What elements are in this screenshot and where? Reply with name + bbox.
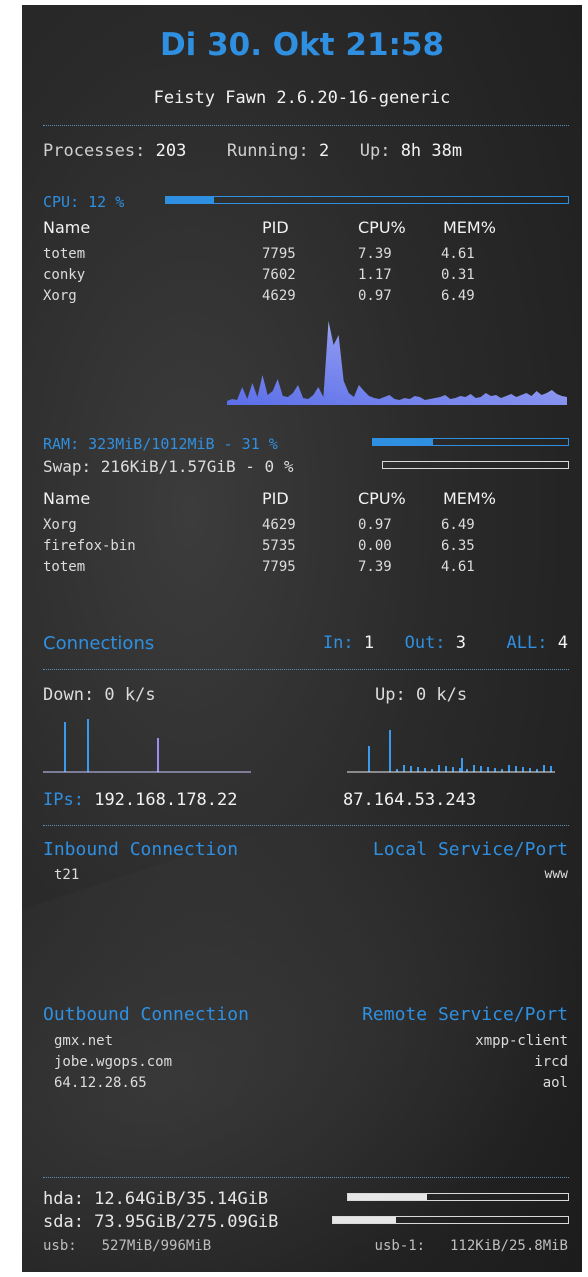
table-row: 4.61 — [441, 246, 475, 262]
out-value: 3 — [455, 633, 467, 653]
table-row: 1.17 — [358, 267, 392, 283]
table-row: 4629 — [262, 517, 296, 533]
datetime: Di 30. Okt 21:58 — [159, 27, 445, 63]
cpu-col-name: Name — [43, 218, 91, 237]
ram-col-pid: PID — [262, 489, 289, 508]
table-row: 7795 — [262, 559, 296, 575]
table-row: firefox-bin — [43, 538, 136, 554]
table-row: 0.97 — [358, 517, 392, 533]
list-item: aol — [542, 1075, 568, 1091]
swap-usage-bar — [382, 461, 569, 469]
cpu-graph-area — [227, 321, 567, 405]
table-row: 6.35 — [441, 538, 475, 554]
usb-line: usb: 527MiB/996MiB — [43, 1238, 211, 1254]
divider — [43, 1177, 569, 1178]
inbound-service: www — [544, 867, 568, 882]
processes-label: Processes: — [43, 141, 146, 161]
in-label: In: — [322, 633, 354, 653]
local-service-title: Local Service/Port — [372, 839, 568, 860]
disk-hda-fill — [348, 1194, 428, 1200]
running-label: Running: — [226, 141, 309, 161]
swap-label: Swap: 216KiB/1.57GiB - 0 % — [43, 457, 294, 476]
table-row: 6.49 — [441, 288, 475, 304]
disk-sda-fill — [333, 1217, 397, 1223]
cpu-history-graph — [227, 321, 567, 405]
local-ip: 192.168.178.22 — [94, 790, 238, 810]
cpu-col-cpu: CPU% — [358, 218, 406, 237]
process-stats: Processes: 203 Running: 2 Up: 8h 38m — [43, 141, 462, 161]
divider — [43, 825, 569, 826]
download-speed: Down: 0 k/s — [43, 685, 156, 705]
upload-graph — [347, 730, 555, 773]
divider — [43, 125, 569, 126]
ram-col-mem: MEM% — [443, 489, 496, 508]
cpu-col-mem: MEM% — [443, 218, 496, 237]
table-row: 7.39 — [358, 559, 392, 575]
usb-value: 527MiB/996MiB — [101, 1238, 212, 1254]
connection-counts: In: 1 Out: 3 ALL: 4 — [323, 633, 568, 653]
table-row: Xorg — [43, 517, 77, 533]
table-row: conky — [43, 267, 86, 283]
cpu-label: CPU: 12 % — [43, 193, 125, 211]
ram-usage-bar — [372, 438, 569, 446]
table-row: 6.49 — [441, 517, 475, 533]
ram-usage-fill — [373, 439, 434, 445]
inbound-host: t21 — [54, 867, 80, 883]
usb1-line: usb-1: 112KiB/25.8MiB — [375, 1238, 568, 1254]
table-row: 4.61 — [441, 559, 475, 575]
public-ip: 87.164.53.243 — [343, 790, 477, 810]
usb-label: usb: — [43, 1238, 77, 1254]
remote-service-title: Remote Service/Port — [362, 1004, 568, 1025]
table-row: totem — [43, 559, 86, 575]
in-value: 1 — [363, 633, 375, 653]
download-graph — [43, 719, 251, 773]
ips-label: IPs: — [43, 790, 84, 810]
divider — [43, 669, 569, 670]
usb1-label: usb-1: — [374, 1238, 426, 1254]
table-row: 7.39 — [358, 246, 392, 262]
outbound-title: Outbound Connection — [43, 1004, 249, 1025]
disk-hda-bar — [347, 1193, 569, 1201]
upload-speed: Up: 0 k/s — [375, 685, 468, 705]
running-value: 2 — [318, 141, 330, 161]
ip-line: IPs: 192.168.178.22 — [43, 790, 238, 810]
uptime-label: Up: — [359, 141, 391, 161]
system-version: Feisty Fawn 2.6.20-16-generic — [153, 88, 451, 108]
table-row: 7602 — [262, 267, 296, 283]
ram-label: RAM: 323MiB/1012MiB - 31 % — [43, 435, 278, 453]
list-item: xmpp-client — [475, 1033, 568, 1049]
list-item: 64.12.28.65 — [54, 1075, 147, 1091]
table-row: 0.31 — [441, 267, 475, 283]
ram-col-name: Name — [43, 489, 91, 508]
cpu-usage-fill — [166, 197, 215, 203]
inbound-title: Inbound Connection — [43, 839, 239, 860]
table-row: 0.00 — [358, 538, 392, 554]
cpu-col-pid: PID — [262, 218, 289, 237]
usb1-value: 112KiB/25.8MiB — [449, 1238, 568, 1254]
disk-sda-label: sda: 73.95GiB/275.09GiB — [43, 1212, 279, 1232]
connections-title: Connections — [43, 633, 155, 654]
table-row: 0.97 — [358, 288, 392, 304]
all-value: 4 — [557, 633, 568, 653]
table-row: 7795 — [262, 246, 296, 262]
table-row: totem — [43, 246, 86, 262]
uptime-value: 8h 38m — [400, 141, 463, 161]
processes-value: 203 — [155, 141, 187, 161]
table-row: 5735 — [262, 538, 296, 554]
list-item: jobe.wgops.com — [54, 1054, 173, 1070]
table-row: Xorg — [43, 288, 77, 304]
ram-col-cpu: CPU% — [358, 489, 406, 508]
conky-panel: Di 30. Okt 21:58 Feisty Fawn 2.6.20-16-g… — [22, 5, 582, 1272]
out-label: Out: — [404, 633, 446, 653]
list-item: gmx.net — [54, 1033, 114, 1049]
cpu-usage-bar — [165, 196, 569, 204]
list-item: ircd — [534, 1054, 568, 1070]
all-label: ALL: — [506, 633, 548, 653]
disk-hda-label: hda: 12.64GiB/35.14GiB — [43, 1189, 269, 1209]
table-row: 4629 — [262, 288, 296, 304]
disk-sda-bar — [332, 1216, 569, 1224]
